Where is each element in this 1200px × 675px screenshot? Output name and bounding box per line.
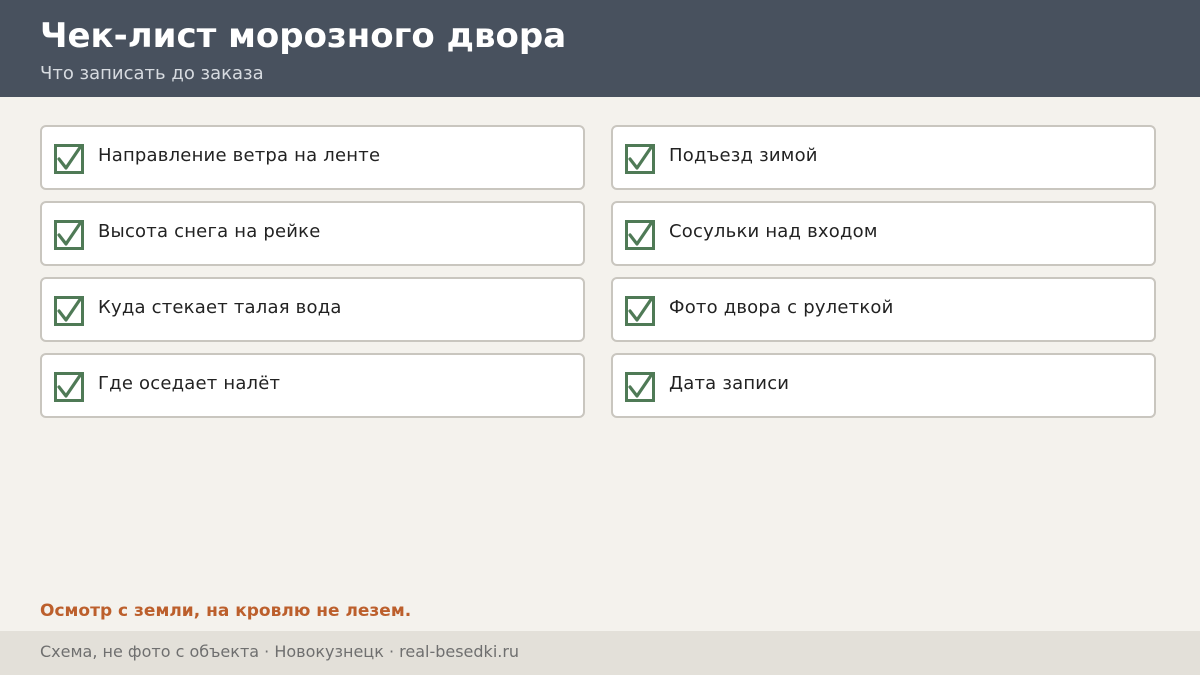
checkbox-checked-icon[interactable] xyxy=(54,372,84,402)
checklist-item[interactable]: Подъезд зимой xyxy=(611,125,1156,190)
page-header: Чек-лист морозного двора Что записать до… xyxy=(0,0,1200,97)
safety-note: Осмотр с земли, на кровлю не лезем. xyxy=(40,601,412,621)
checklist-item[interactable]: Фото двора с рулеткой xyxy=(611,277,1156,342)
checklist-item-label: Дата записи xyxy=(669,373,790,394)
page-title: Чек-лист морозного двора xyxy=(40,16,567,56)
footer-caption: Схема, не фото с объекта · Новокузнецк ·… xyxy=(40,642,520,661)
page-footer: Схема, не фото с объекта · Новокузнецк ·… xyxy=(0,631,1200,675)
checkbox-checked-icon[interactable] xyxy=(54,144,84,174)
checklist-item-label: Направление ветра на ленте xyxy=(98,145,381,166)
checklist-item[interactable]: Сосульки над входом xyxy=(611,201,1156,266)
checkbox-checked-icon[interactable] xyxy=(625,372,655,402)
checkbox-checked-icon[interactable] xyxy=(625,144,655,174)
checkbox-checked-icon[interactable] xyxy=(54,296,84,326)
checklist-item[interactable]: Куда стекает талая вода xyxy=(40,277,585,342)
checklist-item-label: Высота снега на рейке xyxy=(98,221,321,242)
checkbox-checked-icon[interactable] xyxy=(625,220,655,250)
checklist-item-label: Куда стекает талая вода xyxy=(98,297,342,318)
page-subtitle: Что записать до заказа xyxy=(40,63,264,84)
checklist-grid: Направление ветра на ленте Подъезд зимой… xyxy=(40,125,1156,418)
checklist-item[interactable]: Направление ветра на ленте xyxy=(40,125,585,190)
checklist-item-label: Сосульки над входом xyxy=(669,221,878,242)
checklist-item-label: Фото двора с рулеткой xyxy=(669,297,894,318)
checklist-item[interactable]: Высота снега на рейке xyxy=(40,201,585,266)
checklist-item-label: Подъезд зимой xyxy=(669,145,818,166)
checklist-item[interactable]: Где оседает налёт xyxy=(40,353,585,418)
checklist-item[interactable]: Дата записи xyxy=(611,353,1156,418)
checklist-item-label: Где оседает налёт xyxy=(98,373,281,394)
checkbox-checked-icon[interactable] xyxy=(54,220,84,250)
checkbox-checked-icon[interactable] xyxy=(625,296,655,326)
